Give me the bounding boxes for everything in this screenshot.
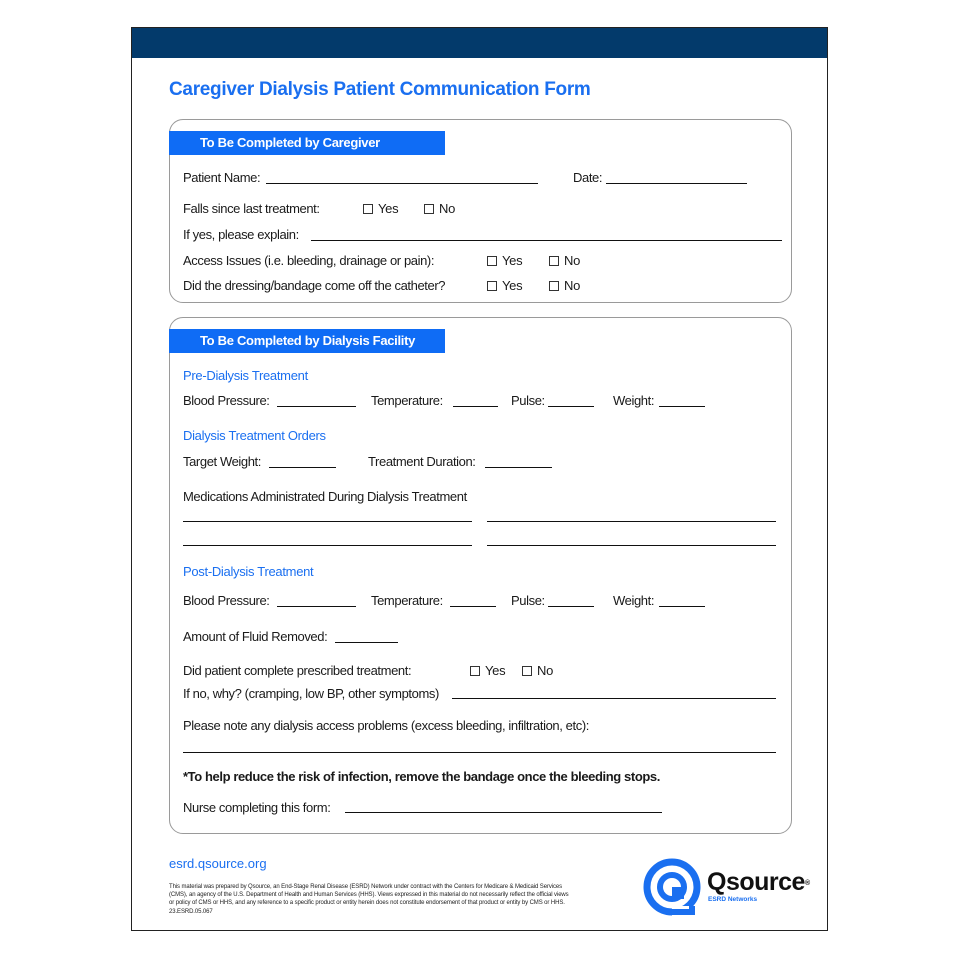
no-label: No	[564, 278, 581, 293]
dressing-no-checkbox[interactable]	[549, 280, 559, 291]
access-issues-label: Access Issues (i.e. bleeding, drainage o…	[183, 253, 435, 268]
medication-field-4[interactable]	[487, 545, 776, 546]
medications-label: Medications Administrated During Dialysi…	[183, 489, 467, 504]
pre-weight-field[interactable]	[659, 406, 705, 407]
target-weight-field[interactable]	[269, 467, 336, 468]
dressing-yes-checkbox[interactable]	[487, 280, 497, 291]
access-problems-field[interactable]	[183, 752, 776, 753]
logo-subtitle: ESRD Networks	[708, 896, 758, 903]
post-pulse-field[interactable]	[548, 606, 594, 607]
patient-name-field[interactable]	[266, 183, 538, 184]
no-label: No	[537, 663, 554, 678]
access-problems-label: Please note any dialysis access problems…	[183, 718, 589, 733]
treatment-duration-label: Treatment Duration:	[368, 454, 476, 469]
treatment-duration-field[interactable]	[485, 467, 552, 468]
treatment-orders-heading: Dialysis Treatment Orders	[183, 428, 326, 443]
falls-yes-option[interactable]: Yes	[363, 201, 399, 216]
no-label: No	[564, 253, 581, 268]
access-no-option[interactable]: No	[549, 253, 580, 268]
yes-label: Yes	[485, 663, 506, 678]
post-temp-field[interactable]	[450, 606, 496, 607]
date-label: Date:	[573, 170, 603, 185]
fluid-removed-label: Amount of Fluid Removed:	[183, 629, 328, 644]
pre-temp-field[interactable]	[453, 406, 498, 407]
falls-yes-checkbox[interactable]	[363, 203, 373, 214]
medication-field-2[interactable]	[487, 521, 776, 522]
logo-name: Qsource	[707, 868, 805, 896]
medication-field-1[interactable]	[183, 521, 472, 522]
access-yes-checkbox[interactable]	[487, 255, 497, 266]
post-weight-label: Weight:	[613, 593, 655, 608]
logo-wordmark: Qsource®	[707, 868, 810, 897]
complete-yes-checkbox[interactable]	[470, 665, 480, 676]
pre-bp-label: Blood Pressure:	[183, 393, 270, 408]
complete-yes-option[interactable]: Yes	[470, 663, 506, 678]
facility-section: To Be Completed by Dialysis Facility Pre…	[169, 317, 792, 834]
qsource-logo-icon	[643, 858, 701, 916]
falls-no-checkbox[interactable]	[424, 203, 434, 214]
post-temp-label: Temperature:	[371, 593, 443, 608]
disclaimer-text: This material was prepared by Qsource, a…	[169, 884, 569, 915]
qsource-logo: Qsource® ESRD Networks	[642, 856, 822, 916]
access-yes-option[interactable]: Yes	[487, 253, 523, 268]
pre-bp-field[interactable]	[277, 406, 356, 407]
infection-note: *To help reduce the risk of infection, r…	[183, 769, 660, 784]
form-page: Caregiver Dialysis Patient Communication…	[131, 27, 828, 931]
pre-pulse-label: Pulse:	[511, 393, 545, 408]
patient-name-label: Patient Name:	[183, 170, 261, 185]
facility-section-header: To Be Completed by Dialysis Facility	[169, 329, 445, 353]
if-no-why-label: If no, why? (cramping, low BP, other sym…	[183, 686, 439, 701]
caregiver-section-header: To Be Completed by Caregiver	[169, 131, 445, 155]
form-title: Caregiver Dialysis Patient Communication…	[169, 79, 591, 100]
explain-field[interactable]	[311, 240, 782, 241]
pre-pulse-field[interactable]	[548, 406, 594, 407]
if-no-why-field[interactable]	[452, 698, 776, 699]
post-weight-field[interactable]	[659, 606, 705, 607]
pre-weight-label: Weight:	[613, 393, 655, 408]
yes-label: Yes	[502, 253, 523, 268]
dressing-label: Did the dressing/bandage come off the ca…	[183, 278, 446, 293]
dressing-no-option[interactable]: No	[549, 278, 580, 293]
registered-mark: ®	[804, 879, 810, 887]
date-field[interactable]	[606, 183, 747, 184]
complete-no-checkbox[interactable]	[522, 665, 532, 676]
post-bp-field[interactable]	[277, 606, 356, 607]
no-label: No	[439, 201, 456, 216]
yes-label: Yes	[378, 201, 399, 216]
dressing-yes-option[interactable]: Yes	[487, 278, 523, 293]
post-pulse-label: Pulse:	[511, 593, 545, 608]
medication-field-3[interactable]	[183, 545, 472, 546]
falls-no-option[interactable]: No	[424, 201, 455, 216]
website-link[interactable]: esrd.qsource.org	[169, 856, 267, 871]
falls-label: Falls since last treatment:	[183, 201, 320, 216]
complete-treatment-label: Did patient complete prescribed treatmen…	[183, 663, 412, 678]
top-banner	[132, 28, 827, 58]
yes-label: Yes	[502, 278, 523, 293]
access-no-checkbox[interactable]	[549, 255, 559, 266]
post-bp-label: Blood Pressure:	[183, 593, 270, 608]
fluid-removed-field[interactable]	[335, 642, 398, 643]
explain-label: If yes, please explain:	[183, 227, 299, 242]
pre-dialysis-heading: Pre-Dialysis Treatment	[183, 368, 308, 383]
caregiver-section: To Be Completed by Caregiver Patient Nam…	[169, 119, 792, 303]
complete-no-option[interactable]: No	[522, 663, 553, 678]
nurse-field[interactable]	[345, 812, 662, 813]
target-weight-label: Target Weight:	[183, 454, 261, 469]
post-dialysis-heading: Post-Dialysis Treatment	[183, 564, 314, 579]
pre-temp-label: Temperature:	[371, 393, 443, 408]
nurse-label: Nurse completing this form:	[183, 800, 331, 815]
